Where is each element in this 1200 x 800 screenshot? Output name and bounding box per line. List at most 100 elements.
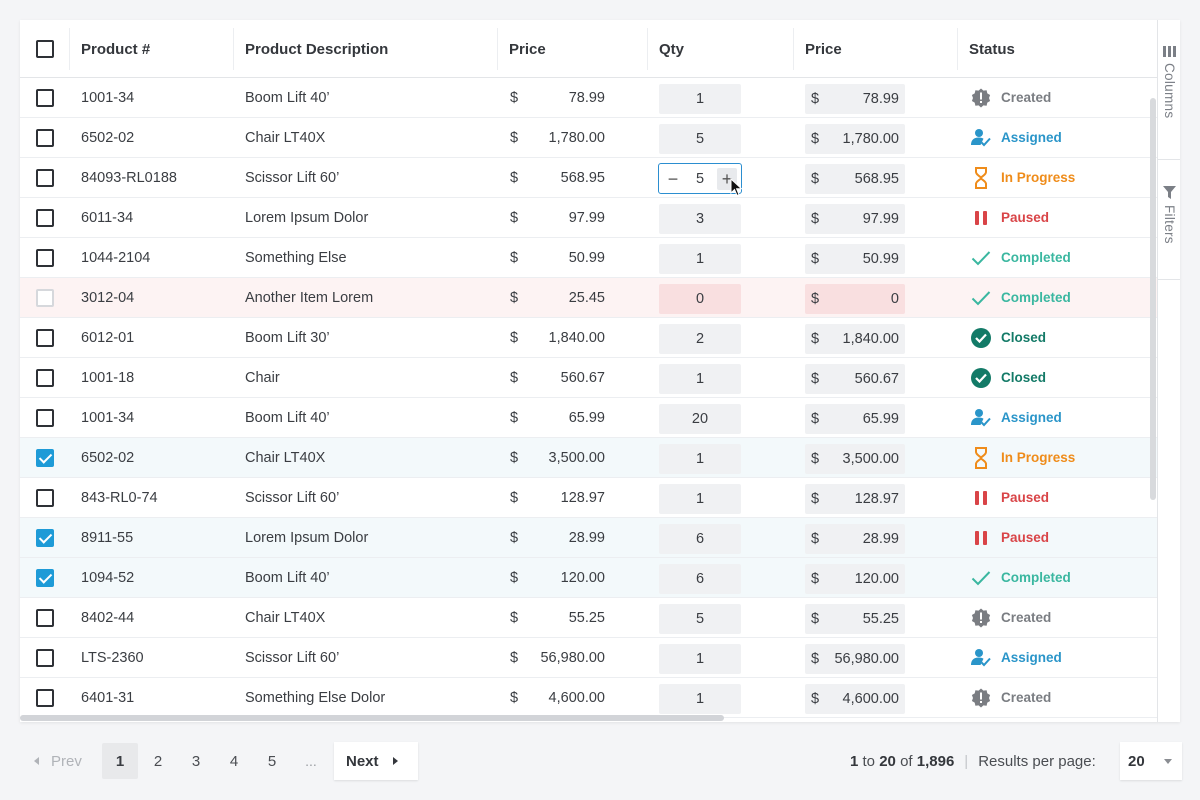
column-header-price-total[interactable]: Price xyxy=(805,20,842,78)
row-checkbox[interactable] xyxy=(36,449,54,467)
qty-cell[interactable]: 6 xyxy=(659,524,741,554)
row-checkbox[interactable] xyxy=(36,649,54,667)
page-1-button[interactable]: 1 xyxy=(102,743,138,779)
row-checkbox[interactable] xyxy=(36,369,54,387)
column-divider[interactable] xyxy=(233,28,234,70)
vertical-scrollbar[interactable] xyxy=(1148,78,1157,722)
total-price-cell[interactable]: $1,780.00 xyxy=(805,124,905,154)
total-price-cell[interactable]: $65.99 xyxy=(805,404,905,434)
qty-cell[interactable]: 5 xyxy=(659,604,741,634)
qty-cell[interactable]: 1 xyxy=(659,244,741,274)
total-price-cell[interactable]: $28.99 xyxy=(805,524,905,554)
qty-cell[interactable]: 1 xyxy=(659,484,741,514)
qty-cell[interactable]: 0 xyxy=(659,284,741,314)
table-row[interactable]: 6012-01 Boom Lift 30’ $1,840.00 2 $1,840.00 C… xyxy=(20,318,1157,358)
total-price-cell[interactable]: $1,840.00 xyxy=(805,324,905,354)
table-row[interactable]: 1001-18 Chair $560.67 1 $560.67 Closed xyxy=(20,358,1157,398)
row-checkbox[interactable] xyxy=(36,129,54,147)
row-checkbox[interactable] xyxy=(36,409,54,427)
column-header-qty[interactable]: Qty xyxy=(659,20,684,78)
total-price-cell[interactable]: $568.95 xyxy=(805,164,905,194)
row-checkbox[interactable] xyxy=(36,609,54,627)
column-divider[interactable] xyxy=(69,28,70,70)
table-row[interactable]: 6401-31 Something Else Dolor $4,600.00 1 $4,… xyxy=(20,678,1157,718)
decrement-button[interactable]: − xyxy=(663,168,683,190)
quantity-stepper[interactable]: −5 + xyxy=(658,163,742,194)
qty-cell[interactable]: 5 xyxy=(659,124,741,154)
total-price-cell[interactable]: $3,500.00 xyxy=(805,444,905,474)
vertical-scrollbar-thumb[interactable] xyxy=(1150,98,1156,500)
column-header-description[interactable]: Product Description xyxy=(245,20,388,78)
page-5-button[interactable]: 5 xyxy=(254,743,290,779)
table-row[interactable]: 843-RL0-74 Scissor Lift 60’ $128.97 1 $128.9… xyxy=(20,478,1157,518)
table-row[interactable]: 84093-RL0188 Scissor Lift 60’ $568.95 −5 + $5… xyxy=(20,158,1157,198)
currency-symbol: $ xyxy=(510,489,519,506)
table-row[interactable]: 6502-02 Chair LT40X $3,500.00 1 $3,500.00 In … xyxy=(20,438,1157,478)
prev-page-button[interactable]: Prev xyxy=(20,742,102,780)
row-checkbox[interactable] xyxy=(36,289,54,307)
table-row[interactable]: 1044-2104 Something Else $50.99 1 $50.99 Comp… xyxy=(20,238,1157,278)
qty-cell[interactable]: 20 xyxy=(659,404,741,434)
row-checkbox[interactable] xyxy=(36,209,54,227)
columns-tool-tab[interactable]: Columns xyxy=(1158,46,1180,118)
next-page-button[interactable]: Next xyxy=(334,742,418,780)
qty-value[interactable]: 5 xyxy=(696,171,704,187)
qty-cell[interactable]: 1 xyxy=(659,84,741,114)
qty-cell[interactable]: 3 xyxy=(659,204,741,234)
row-checkbox[interactable] xyxy=(36,569,54,587)
table-row[interactable]: 6011-34 Lorem Ipsum Dolor $97.99 3 $97.99 Pau… xyxy=(20,198,1157,238)
select-all-checkbox[interactable] xyxy=(36,40,54,58)
total-price-cell[interactable]: $4,600.00 xyxy=(805,684,905,714)
page-3-button[interactable]: 3 xyxy=(178,743,214,779)
table-row[interactable]: 1094-52 Boom Lift 40’ $120.00 6 $120.00 Compl… xyxy=(20,558,1157,598)
total-price-cell[interactable]: $560.67 xyxy=(805,364,905,394)
row-checkbox[interactable] xyxy=(36,489,54,507)
row-checkbox[interactable] xyxy=(36,329,54,347)
column-divider[interactable] xyxy=(497,28,498,70)
user-check-icon xyxy=(970,647,992,669)
page-2-button[interactable]: 2 xyxy=(140,743,176,779)
description-cell: Chair xyxy=(245,369,280,386)
total-price-cell[interactable]: $78.99 xyxy=(805,84,905,114)
table-row[interactable]: 8402-44 Chair LT40X $55.25 5 $55.25 Created xyxy=(20,598,1157,638)
column-header-price[interactable]: Price xyxy=(509,20,546,78)
total-price-cell[interactable]: $56,980.00 xyxy=(805,644,905,674)
total-price-cell[interactable]: $97.99 xyxy=(805,204,905,234)
row-checkbox[interactable] xyxy=(36,249,54,267)
product-number-cell: 6502-02 xyxy=(81,449,135,466)
table-row[interactable]: 6502-02 Chair LT40X $1,780.00 5 $1,780.00 Ass… xyxy=(20,118,1157,158)
results-per-page-select[interactable]: 20 xyxy=(1120,742,1182,780)
qty-cell[interactable]: 1 xyxy=(659,644,741,674)
total-price-cell[interactable]: $55.25 xyxy=(805,604,905,634)
column-divider[interactable] xyxy=(957,28,958,70)
increment-button[interactable]: + xyxy=(716,167,737,190)
total-price-cell[interactable]: $120.00 xyxy=(805,564,905,594)
qty-cell[interactable]: 1 xyxy=(659,684,741,714)
horizontal-scrollbar[interactable] xyxy=(20,714,1157,722)
row-checkbox[interactable] xyxy=(36,169,54,187)
row-checkbox[interactable] xyxy=(36,529,54,547)
column-divider[interactable] xyxy=(647,28,648,70)
filters-tool-tab[interactable]: Filters xyxy=(1158,186,1180,244)
table-row[interactable]: 1001-34 Boom Lift 40’ $78.99 1 $78.99 Created xyxy=(20,78,1157,118)
currency-symbol: $ xyxy=(510,609,519,626)
table-row[interactable]: LTS-2360 Scissor Lift 60’ $56,980.00 1 $56,9… xyxy=(20,638,1157,678)
qty-cell[interactable]: 2 xyxy=(659,324,741,354)
page-4-button[interactable]: 4 xyxy=(216,743,252,779)
qty-cell[interactable]: 1 xyxy=(659,364,741,394)
horizontal-scrollbar-thumb[interactable] xyxy=(20,715,724,721)
qty-cell[interactable]: 6 xyxy=(659,564,741,594)
total-price-cell[interactable]: $0 xyxy=(805,284,905,314)
table-row[interactable]: 8911-55 Lorem Ipsum Dolor $28.99 6 $28.99 Pau… xyxy=(20,518,1157,558)
total-price-value: 3,500.00 xyxy=(842,451,899,467)
total-price-cell[interactable]: $128.97 xyxy=(805,484,905,514)
total-price-cell[interactable]: $50.99 xyxy=(805,244,905,274)
column-header-status[interactable]: Status xyxy=(969,20,1015,78)
qty-cell[interactable]: 1 xyxy=(659,444,741,474)
column-header-product-number[interactable]: Product # xyxy=(81,20,150,78)
column-divider[interactable] xyxy=(793,28,794,70)
table-row[interactable]: 3012-04 Another Item Lorem $25.45 0 $0 Comple… xyxy=(20,278,1157,318)
row-checkbox[interactable] xyxy=(36,689,54,707)
table-row[interactable]: 1001-34 Boom Lift 40’ $65.99 20 $65.99 Assign… xyxy=(20,398,1157,438)
row-checkbox[interactable] xyxy=(36,89,54,107)
